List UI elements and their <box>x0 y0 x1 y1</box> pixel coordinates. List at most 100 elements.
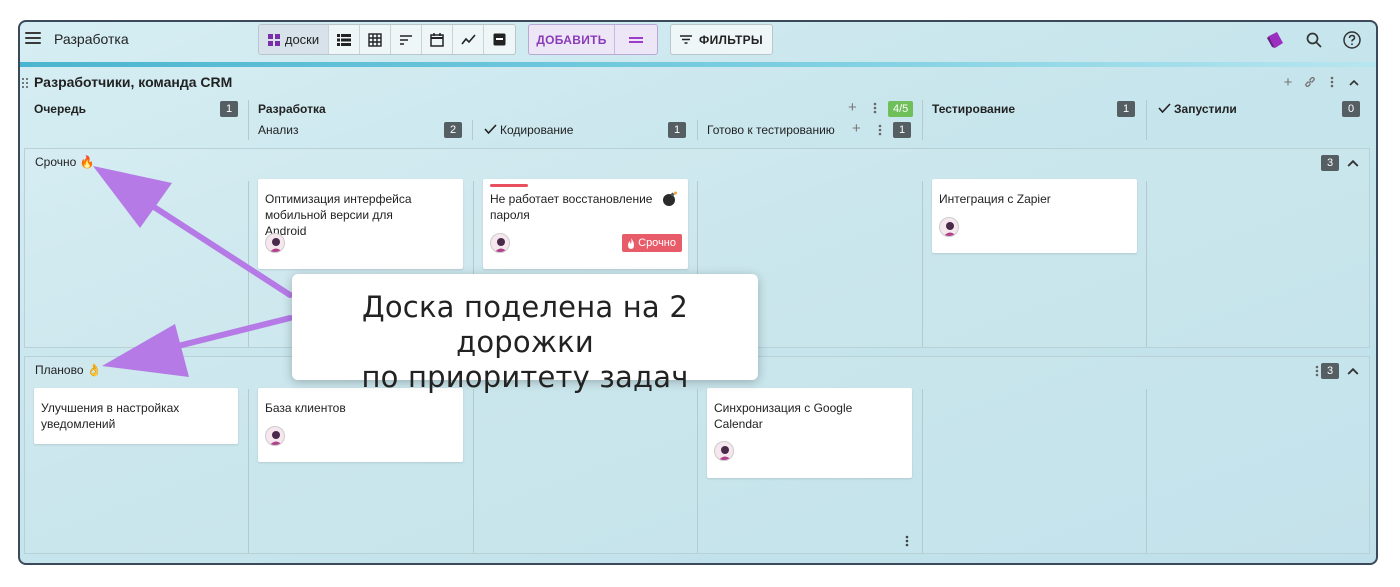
lane-title-text: Планово <box>35 363 84 377</box>
lane-collapse-icon[interactable] <box>1347 365 1359 377</box>
view-table-button[interactable] <box>360 25 391 54</box>
avatar[interactable] <box>714 441 734 461</box>
link-icon[interactable] <box>1304 74 1316 90</box>
lane-title: Планово 👌 <box>35 363 102 377</box>
task-card[interactable]: Синхронизация с Google Calendar <box>707 388 912 478</box>
column-more-icon[interactable] <box>905 535 909 547</box>
fire-icon <box>628 237 635 249</box>
table-icon <box>368 32 382 47</box>
column-divider <box>248 181 249 347</box>
column-divider <box>1146 100 1147 140</box>
lane-count-badge: 3 <box>1321 155 1339 171</box>
card-title: База клиентов <box>265 401 346 415</box>
add-card-icon[interactable]: + <box>852 120 861 137</box>
task-card[interactable]: Улучшения в настройках уведомлений <box>34 388 238 444</box>
view-archive-button[interactable] <box>484 25 515 54</box>
avatar[interactable] <box>265 426 285 446</box>
view-list-button[interactable] <box>329 25 360 54</box>
column-development: Разработка + 4/5 Анализ 2 Кодирование 1 … <box>258 97 914 145</box>
avatar[interactable] <box>939 217 959 237</box>
column-more-icon[interactable] <box>873 102 877 114</box>
add-column-icon[interactable]: + <box>1282 74 1294 91</box>
count-badge: 1 <box>1117 101 1135 117</box>
avatar[interactable] <box>265 233 285 253</box>
card-title: Не работает восстановление пароля <box>490 192 653 222</box>
task-card[interactable]: Не работает восстановление пароля Срочно <box>483 179 688 269</box>
avatar[interactable] <box>490 233 510 253</box>
column-title: Разработка <box>258 102 326 116</box>
urgent-tag: Срочно <box>622 234 682 252</box>
board-tools: + <box>1282 74 1360 91</box>
card-title: Синхронизация с Google Calendar <box>714 401 853 431</box>
boards-label: доски <box>284 32 320 47</box>
count-badge: 2 <box>444 122 462 138</box>
menu-icon[interactable] <box>25 32 41 44</box>
logo-icon[interactable] <box>1264 28 1288 52</box>
board-more-icon[interactable] <box>1326 74 1338 90</box>
column-title: Очередь <box>34 102 86 116</box>
subcolumn-more-icon[interactable] <box>878 124 882 136</box>
lane-collapse-icon[interactable] <box>1347 157 1359 169</box>
card-title: Улучшения в настройках уведомлений <box>41 401 180 431</box>
view-chart-button[interactable] <box>453 25 484 54</box>
lane-title: Срочно 🔥 <box>35 155 95 169</box>
board-title: Разработчики, команда CRM <box>34 74 233 90</box>
board-collapse-icon[interactable] <box>1348 74 1360 90</box>
view-boards-button[interactable]: доски <box>259 25 329 54</box>
card-title: Интеграция с Zapier <box>939 192 1051 206</box>
column-divider <box>697 120 698 140</box>
filters-button[interactable]: ФИЛЬТРЫ <box>670 24 773 55</box>
boards-icon <box>267 33 280 46</box>
callout-line-2: по приоритету задач <box>361 360 689 394</box>
count-badge: 0 <box>1342 101 1360 117</box>
add-options-button[interactable] <box>615 25 657 54</box>
calendar-icon <box>430 33 444 47</box>
column-divider <box>248 100 249 140</box>
search-icon[interactable] <box>1302 28 1326 52</box>
subcolumn-title: Кодирование <box>500 123 574 137</box>
top-bar: Разработка доски ДОБАВИТЬ ФИЛЬТРЫ <box>20 22 1376 60</box>
view-switcher: доски <box>258 24 516 55</box>
ok-hand-emoji-icon: 👌 <box>86 363 102 377</box>
help-icon[interactable] <box>1340 28 1364 52</box>
annotation-callout: Доска поделена на 2 дорожки по приоритет… <box>292 274 758 394</box>
priority-bar <box>490 184 528 187</box>
column-divider <box>1146 389 1147 553</box>
task-card[interactable]: База клиентов <box>258 388 463 462</box>
subcolumn-title: Готово к тестированию <box>707 123 835 137</box>
column-testing: Тестирование 1 <box>932 97 1136 145</box>
drag-handle-icon[interactable] <box>22 78 30 90</box>
column-divider <box>922 181 923 347</box>
column-title: Тестирование <box>932 102 1016 116</box>
equal-icon <box>629 36 643 43</box>
add-card-icon[interactable]: + <box>848 99 857 116</box>
app-title: Разработка <box>54 31 129 47</box>
task-card[interactable]: Интеграция с Zapier <box>932 179 1137 253</box>
view-gantt-button[interactable] <box>391 25 422 54</box>
count-badge: 1 <box>220 101 238 117</box>
add-button[interactable]: ДОБАВИТЬ <box>529 25 615 54</box>
view-calendar-button[interactable] <box>422 25 453 54</box>
lane-more-icon[interactable] <box>1315 365 1319 377</box>
check-icon <box>1158 103 1171 113</box>
fire-emoji-icon: 🔥 <box>79 155 95 169</box>
bomb-icon <box>663 191 677 206</box>
tag-label: Срочно <box>638 237 676 249</box>
filter-icon <box>680 35 693 44</box>
lane-count-badge: 3 <box>1321 363 1339 379</box>
count-badge: 1 <box>668 122 686 138</box>
check-icon <box>484 124 497 134</box>
task-card[interactable]: Оптимизация интерфейса мобильной версии … <box>258 179 463 269</box>
lane-title-text: Срочно <box>35 155 77 169</box>
column-launched: Запустили 0 <box>1158 97 1362 145</box>
column-divider <box>473 389 474 553</box>
column-divider <box>697 389 698 553</box>
count-badge: 1 <box>893 122 911 138</box>
accent-strip <box>20 62 1376 67</box>
wip-limit-badge: 4/5 <box>888 101 914 117</box>
callout-line-1: Доска поделена на 2 дорожки <box>362 290 688 359</box>
chart-icon <box>460 34 476 45</box>
gantt-icon <box>400 34 412 45</box>
column-divider <box>248 389 249 553</box>
card-title: Оптимизация интерфейса мобильной версии … <box>265 192 412 238</box>
